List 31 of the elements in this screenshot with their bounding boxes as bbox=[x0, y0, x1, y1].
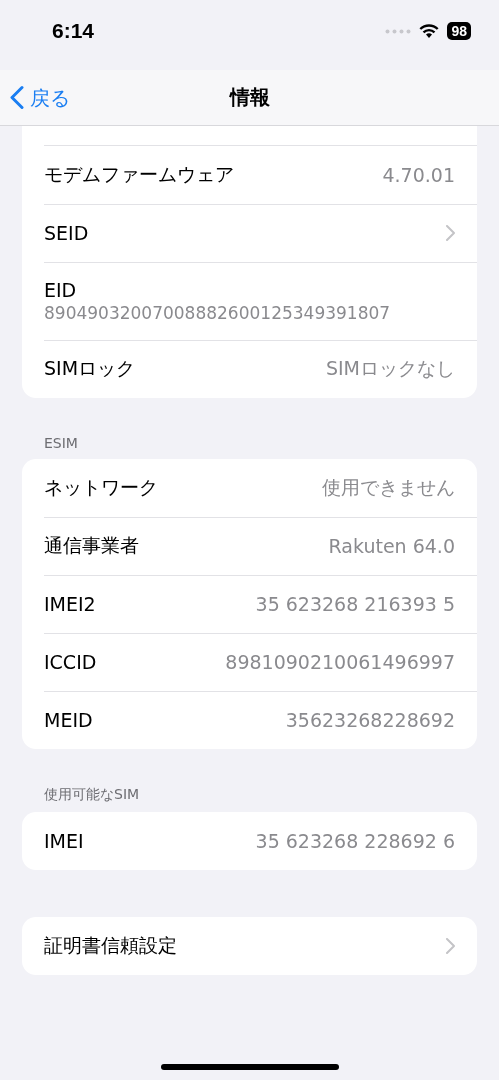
row-label: MEID bbox=[44, 709, 93, 731]
battery-level: 98 bbox=[447, 22, 471, 40]
row-label: IMEI2 bbox=[44, 593, 96, 615]
row-label: EID bbox=[44, 279, 77, 301]
status-time: 6:14 bbox=[52, 19, 95, 43]
wifi-icon bbox=[419, 23, 440, 39]
row-value: 使用できません bbox=[322, 475, 455, 500]
section-header: ESIM bbox=[44, 435, 78, 451]
back-chevron-icon bbox=[10, 85, 24, 110]
row-value: SIMロックなし bbox=[325, 356, 455, 381]
row-value: 35 623268 228692 6 bbox=[255, 830, 455, 852]
back-button[interactable]: 戻る bbox=[10, 84, 70, 111]
row-label: IMEI bbox=[44, 830, 84, 852]
chevron-icon bbox=[445, 938, 455, 954]
list-row[interactable]: 証明書信頼設定 bbox=[22, 917, 477, 975]
signal-dots-icon bbox=[385, 28, 412, 34]
row-value: 89049032007008882600125349391807 bbox=[44, 303, 391, 323]
row-label: 通信事業者 bbox=[44, 533, 139, 558]
chevron-icon bbox=[445, 225, 455, 241]
section-header: 使用可能なSIM bbox=[44, 786, 140, 802]
row-value: Rakuten 64.0 bbox=[328, 535, 455, 557]
row-value: 4.70.01 bbox=[382, 164, 455, 186]
row-value: 8981090210061496997 bbox=[225, 651, 455, 673]
row-value: 35623268228692 bbox=[285, 709, 455, 731]
list-row[interactable]: SEID bbox=[22, 204, 477, 262]
row-value: 35 623268 216393 5 bbox=[255, 593, 455, 615]
row-label: ネットワーク bbox=[44, 475, 158, 500]
row-label: SIMロック bbox=[44, 356, 136, 381]
nav-title: 情報 bbox=[229, 84, 270, 111]
row-label: ICCID bbox=[44, 651, 97, 673]
row-label: モデムファームウェア bbox=[44, 162, 234, 187]
